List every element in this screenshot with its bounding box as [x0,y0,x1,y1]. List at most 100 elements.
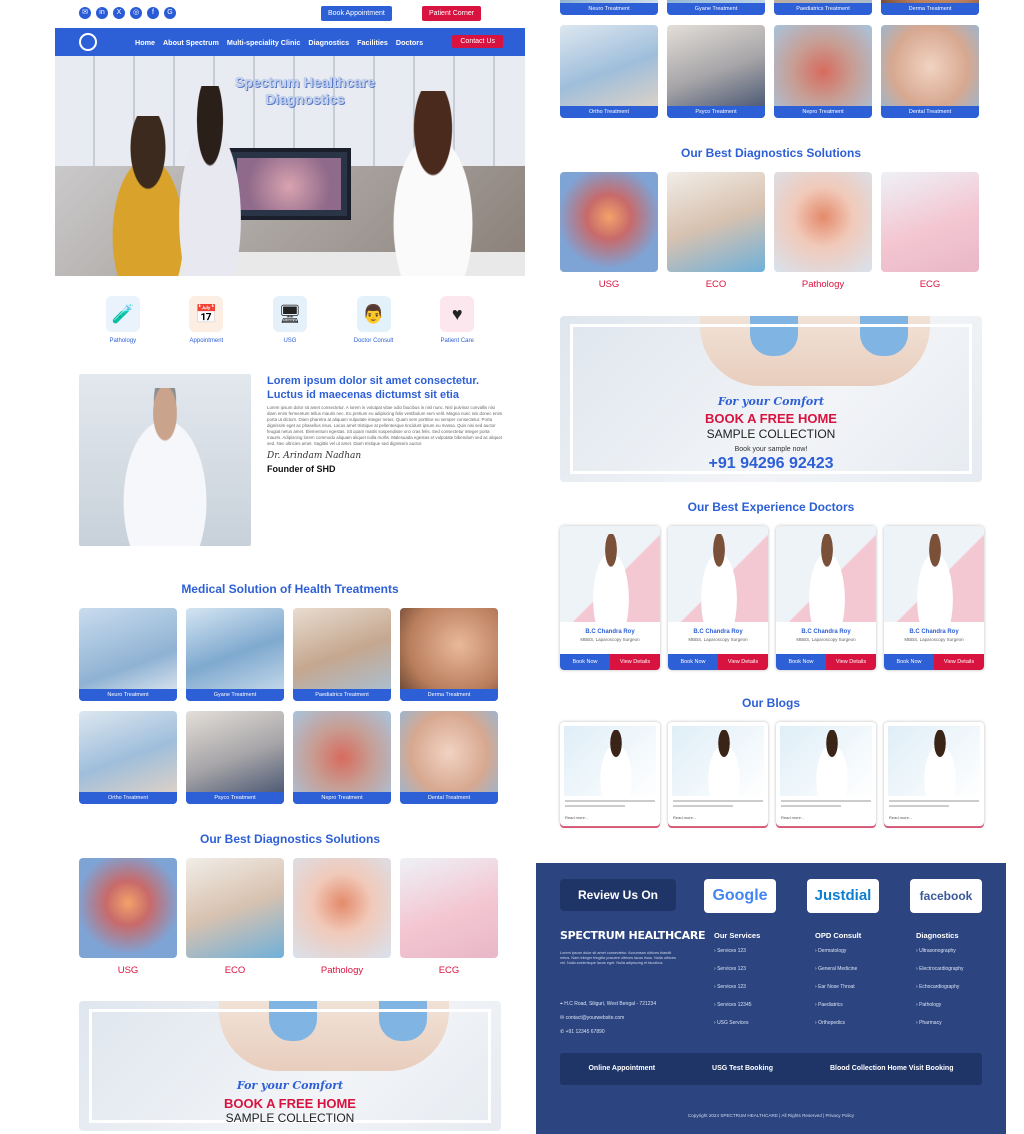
book-now-button[interactable]: Book Now [560,654,610,670]
doctors-heading: Our Best Experience Doctors [687,500,855,514]
doctor-icon: 👨 [356,296,391,332]
blog-card[interactable]: Read more... [668,722,768,826]
footer-link[interactable]: › Electrocardiography [916,966,964,972]
treatment-card[interactable]: Dental Treatment [400,711,498,804]
view-details-button[interactable]: View Details [826,654,876,670]
online-appointment-link[interactable]: Online Appointment [588,1053,655,1085]
site-logo-icon[interactable] [79,33,97,51]
treatment-card[interactable]: Paediatrics Treatment [774,0,872,15]
blog-card[interactable]: Read more... [884,722,984,826]
treatment-card[interactable]: Nepro Treatment [293,711,391,804]
site-footer: Review Us On Google Justdial facebook SP… [536,863,1006,1134]
diagnostic-card[interactable]: USG [560,172,658,290]
footer-link[interactable]: › Services 12345 [714,1002,760,1008]
treatment-card[interactable]: Psyco Treatment [186,711,284,804]
nav-diagnostics[interactable]: Diagnostics [308,38,349,47]
diagnostic-card[interactable]: Pathology [774,172,872,290]
blog-card[interactable]: Read more... [776,722,876,826]
facebook-icon[interactable]: f [147,7,159,19]
diagnostic-card[interactable]: ECG [400,858,498,976]
quick-link-pathology[interactable]: 🧪 Pathology [88,296,158,374]
patient-corner-button[interactable]: Patient Corner [422,6,482,21]
home-sample-banner[interactable]: For your Comfort BOOK A FREE HOME SAMPLE… [79,1001,501,1131]
treatment-card[interactable]: Ortho Treatment [560,25,658,118]
diagnostic-card[interactable]: ECO [186,858,284,976]
nav-facilities[interactable]: Facilities [357,38,388,47]
diagnostic-card[interactable]: ECG [881,172,979,290]
about-heading: Lorem ipsum dolor sit amet consectetur. … [267,375,480,401]
view-details-button[interactable]: View Details [610,654,660,670]
nav-doctors[interactable]: Doctors [396,38,423,47]
hero-banner: Spectrum Healthcare Diagnostics [55,56,525,276]
book-now-button[interactable]: Book Now [668,654,718,670]
treatment-card[interactable]: Ortho Treatment [79,711,177,804]
nav-clinic[interactable]: Multi-speciality Clinic [227,38,301,47]
treatment-card[interactable]: Derma Treatment [400,608,498,701]
treatment-card[interactable]: Neuro Treatment [560,0,658,15]
calendar-icon: 📅 [189,296,224,332]
google-review-logo[interactable]: Google [704,879,776,913]
treatment-card[interactable]: Gyane Treatment [667,0,765,15]
founder-title: Founder of SHD [267,464,336,474]
footer-link[interactable]: › General Medicine [815,966,861,972]
page-left-column: ✉ in X ◎ f G Book Appointment Patient Co… [55,0,525,1131]
treatment-card[interactable]: Psyco Treatment [667,25,765,118]
view-details-button[interactable]: View Details [718,654,768,670]
footer-link[interactable]: › Ultrasonography [916,948,964,954]
usg-test-booking-link[interactable]: USG Test Booking [712,1053,773,1085]
envelope-icon[interactable]: ✉ [79,7,91,19]
quick-link-appointment[interactable]: 📅 Appointment [171,296,241,374]
blood-collection-link[interactable]: Blood Collection Home Visit Booking [830,1053,954,1085]
quick-link-doctor-consult[interactable]: 👨 Doctor Consult [339,296,409,374]
footer-link[interactable]: › Echocardiography [916,984,964,990]
footer-link[interactable]: › Services 123 [714,984,760,990]
footer-link[interactable]: › Dermatology [815,948,861,954]
quick-links: 🧪 Pathology 📅 Appointment 🖥 USG 👨 Doctor… [55,276,525,374]
treatment-card[interactable]: Nepro Treatment [774,25,872,118]
justdial-review-logo[interactable]: Justdial [807,879,879,913]
treatment-card[interactable]: Neuro Treatment [79,608,177,701]
facebook-review-logo[interactable]: facebook [910,879,982,913]
x-icon[interactable]: X [113,7,125,19]
doctor-card: B.C Chandra Roy MBBS, Laparoscopy Surgeo… [776,526,876,670]
home-sample-banner[interactable]: For your Comfort BOOK A FREE HOME SAMPLE… [560,316,982,482]
book-now-button[interactable]: Book Now [884,654,934,670]
treatment-card[interactable]: Derma Treatment [881,0,979,15]
contact-us-button[interactable]: Contact Us [452,35,503,48]
footer-link[interactable]: › Services 123 [714,966,760,972]
diagnostic-card[interactable]: Pathology [293,858,391,976]
linkedin-icon[interactable]: in [96,7,108,19]
quick-link-usg[interactable]: 🖥 USG [255,296,325,374]
footer-link[interactable]: › Ear Nose Throat [815,984,861,990]
footer-link[interactable]: › Pathology [916,1002,964,1008]
footer-link[interactable]: › Pharmacy [916,1020,964,1026]
diagnostic-card[interactable]: ECO [667,172,765,290]
footer-link[interactable]: › Paediatrics [815,1002,861,1008]
nav-home[interactable]: Home [135,38,155,47]
footer-link[interactable]: › USG Services [714,1020,760,1026]
top-bar: ✉ in X ◎ f G Book Appointment Patient Co… [55,0,525,28]
google-icon[interactable]: G [164,7,176,19]
ultrasound-machine-icon: 🖥 [272,296,307,332]
quick-link-patient-care[interactable]: ♥ Patient Care [422,296,492,374]
doctor-card: B.C Chandra Roy MBBS, Laparoscopy Surgeo… [560,526,660,670]
about-section: Lorem ipsum dolor sit amet consectetur. … [55,374,525,584]
treatments-heading: Medical Solution of Health Treatments [181,582,399,596]
banner-phone[interactable]: +91 94296 92423 [560,455,982,473]
diagnostic-card[interactable]: USG [79,858,177,976]
book-now-button[interactable]: Book Now [776,654,826,670]
treatment-card[interactable]: Dental Treatment [881,25,979,118]
footer-email[interactable]: ✉ contact@yourwebsite.com [560,1015,624,1021]
instagram-icon[interactable]: ◎ [130,7,142,19]
footer-link[interactable]: › Orthopedics [815,1020,861,1026]
view-details-button[interactable]: View Details [934,654,984,670]
footer-link[interactable]: › Services 123 [714,948,760,954]
doctor-card: B.C Chandra Roy MBBS, Laparoscopy Surgeo… [884,526,984,670]
treatment-card[interactable]: Gyane Treatment [186,608,284,701]
blog-card[interactable]: Read more... [560,722,660,826]
nav-about[interactable]: About Spectrum [163,38,219,47]
treatment-card[interactable]: Paediatrics Treatment [293,608,391,701]
doctor-card: B.C Chandra Roy MBBS, Laparoscopy Surgeo… [668,526,768,670]
book-appointment-button[interactable]: Book Appointment [321,6,392,21]
footer-phone[interactable]: ✆ +91 12345 67890 [560,1029,605,1035]
